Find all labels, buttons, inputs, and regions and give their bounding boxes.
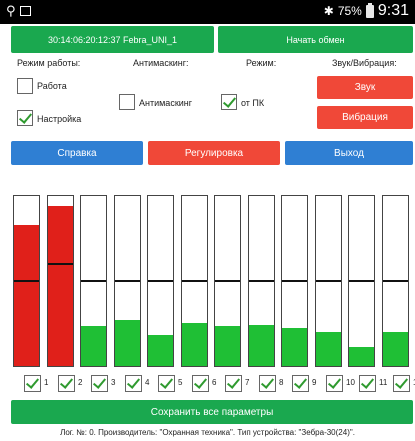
battery-percent: 75% <box>337 4 362 18</box>
channel-number-label: 2 <box>78 378 83 387</box>
channel-level-fill <box>182 323 207 366</box>
channel-threshold-line[interactable] <box>182 280 207 282</box>
channel-checkbox-9[interactable] <box>292 375 309 392</box>
channel-level-fill <box>81 326 106 366</box>
channel-number-label: 9 <box>312 378 317 387</box>
channel-number-label: 10 <box>346 378 355 387</box>
channel-level-fill <box>349 347 374 366</box>
work-checkbox-label: Работа <box>37 81 67 91</box>
channel-threshold-line[interactable] <box>383 280 408 282</box>
channel-level-fill <box>48 206 73 366</box>
channel-checkbox-12[interactable] <box>393 375 410 392</box>
channel-number-label: 8 <box>279 378 284 387</box>
channel-bar-12 <box>382 195 409 367</box>
channel-threshold-line[interactable] <box>316 280 341 282</box>
vibration-button[interactable]: Вибрация <box>317 106 413 129</box>
channel-bar-4 <box>114 195 141 367</box>
device-button[interactable]: 30:14:06:20:12:37 Febra_UNI_1 <box>11 26 214 53</box>
channel-checkbox-10[interactable] <box>326 375 343 392</box>
channel-number-label: 4 <box>145 378 150 387</box>
status-right: ✱ 75% 9:31 <box>324 2 409 20</box>
help-button[interactable]: Справка <box>11 141 143 165</box>
bluetooth-icon: ✱ <box>323 4 334 18</box>
antimask-checkbox[interactable] <box>119 94 135 110</box>
channel-checkbox-7[interactable] <box>225 375 242 392</box>
channel-bar-10 <box>315 195 342 367</box>
start-exchange-button[interactable]: Начать обмен <box>218 26 413 53</box>
channel-level-fill <box>316 332 341 366</box>
channel-number-label: 1 <box>44 378 49 387</box>
setup-checkbox[interactable] <box>17 110 33 126</box>
channel-checkbox-4[interactable] <box>125 375 142 392</box>
channel-checkbox-11[interactable] <box>359 375 376 392</box>
adjust-button[interactable]: Регулировка <box>148 141 280 165</box>
channel-threshold-line[interactable] <box>81 280 106 282</box>
footer-info: Лог. №: 0. Производитель: "Охранная техн… <box>60 428 355 437</box>
battery-icon <box>365 2 374 18</box>
status-left: ⚲ <box>6 4 31 19</box>
channel-number-label: 3 <box>111 378 116 387</box>
mode-label: Режим: <box>246 58 277 68</box>
exit-button[interactable]: Выход <box>285 141 413 165</box>
channel-bar-11 <box>348 195 375 367</box>
channel-checkbox-1[interactable] <box>24 375 41 392</box>
channel-bar-2 <box>47 195 74 367</box>
mode-work-label: Режим работы: <box>17 58 81 68</box>
channel-number-label: 6 <box>212 378 217 387</box>
antimasking-label: Антимаскинг: <box>133 58 189 68</box>
channel-level-fill <box>383 332 408 366</box>
channel-bar-5 <box>147 195 174 367</box>
from-pc-checkbox-label: от ПК <box>241 98 265 108</box>
channel-bar-6 <box>181 195 208 367</box>
channel-level-fill <box>282 328 307 366</box>
channel-level-fill <box>249 325 274 366</box>
channel-number-label: 5 <box>178 378 183 387</box>
channel-checkbox-8[interactable] <box>259 375 276 392</box>
channel-level-fill <box>14 225 39 366</box>
channel-bar-9 <box>281 195 308 367</box>
channel-checkbox-3[interactable] <box>91 375 108 392</box>
from-pc-checkbox[interactable] <box>221 94 237 110</box>
channel-checkbox-6[interactable] <box>192 375 209 392</box>
screenshot-icon <box>19 6 31 16</box>
channel-bar-8 <box>248 195 275 367</box>
antimask-checkbox-label: Антимаскинг <box>139 98 193 108</box>
channel-number-label: 11 <box>379 378 388 387</box>
sound-vibration-label: Звук/Вибрация: <box>332 58 397 68</box>
channel-level-fill <box>215 326 240 366</box>
channel-threshold-line[interactable] <box>349 280 374 282</box>
sound-button[interactable]: Звук <box>317 76 413 99</box>
channel-bar-3 <box>80 195 107 367</box>
channel-bar-1 <box>13 195 40 367</box>
save-all-button[interactable]: Сохранить все параметры <box>11 400 413 424</box>
channel-checkbox-5[interactable] <box>158 375 175 392</box>
channel-threshold-line[interactable] <box>48 263 73 265</box>
channel-threshold-line[interactable] <box>215 280 240 282</box>
channel-level-fill <box>115 320 140 366</box>
clock: 9:31 <box>377 2 409 19</box>
setup-checkbox-label: Настройка <box>37 114 82 124</box>
channel-threshold-line[interactable] <box>282 280 307 282</box>
work-checkbox[interactable] <box>17 78 33 94</box>
usb-icon: ⚲ <box>6 4 16 19</box>
channel-checkbox-2[interactable] <box>58 375 75 392</box>
channel-threshold-line[interactable] <box>249 280 274 282</box>
status-bar: ⚲ ✱ 75% 9:31 <box>0 0 415 24</box>
channel-threshold-line[interactable] <box>14 280 39 282</box>
channel-bar-7 <box>214 195 241 367</box>
channel-number-label: 7 <box>245 378 250 387</box>
channel-threshold-line[interactable] <box>115 280 140 282</box>
channel-level-fill <box>148 335 173 366</box>
channel-threshold-line[interactable] <box>148 280 173 282</box>
